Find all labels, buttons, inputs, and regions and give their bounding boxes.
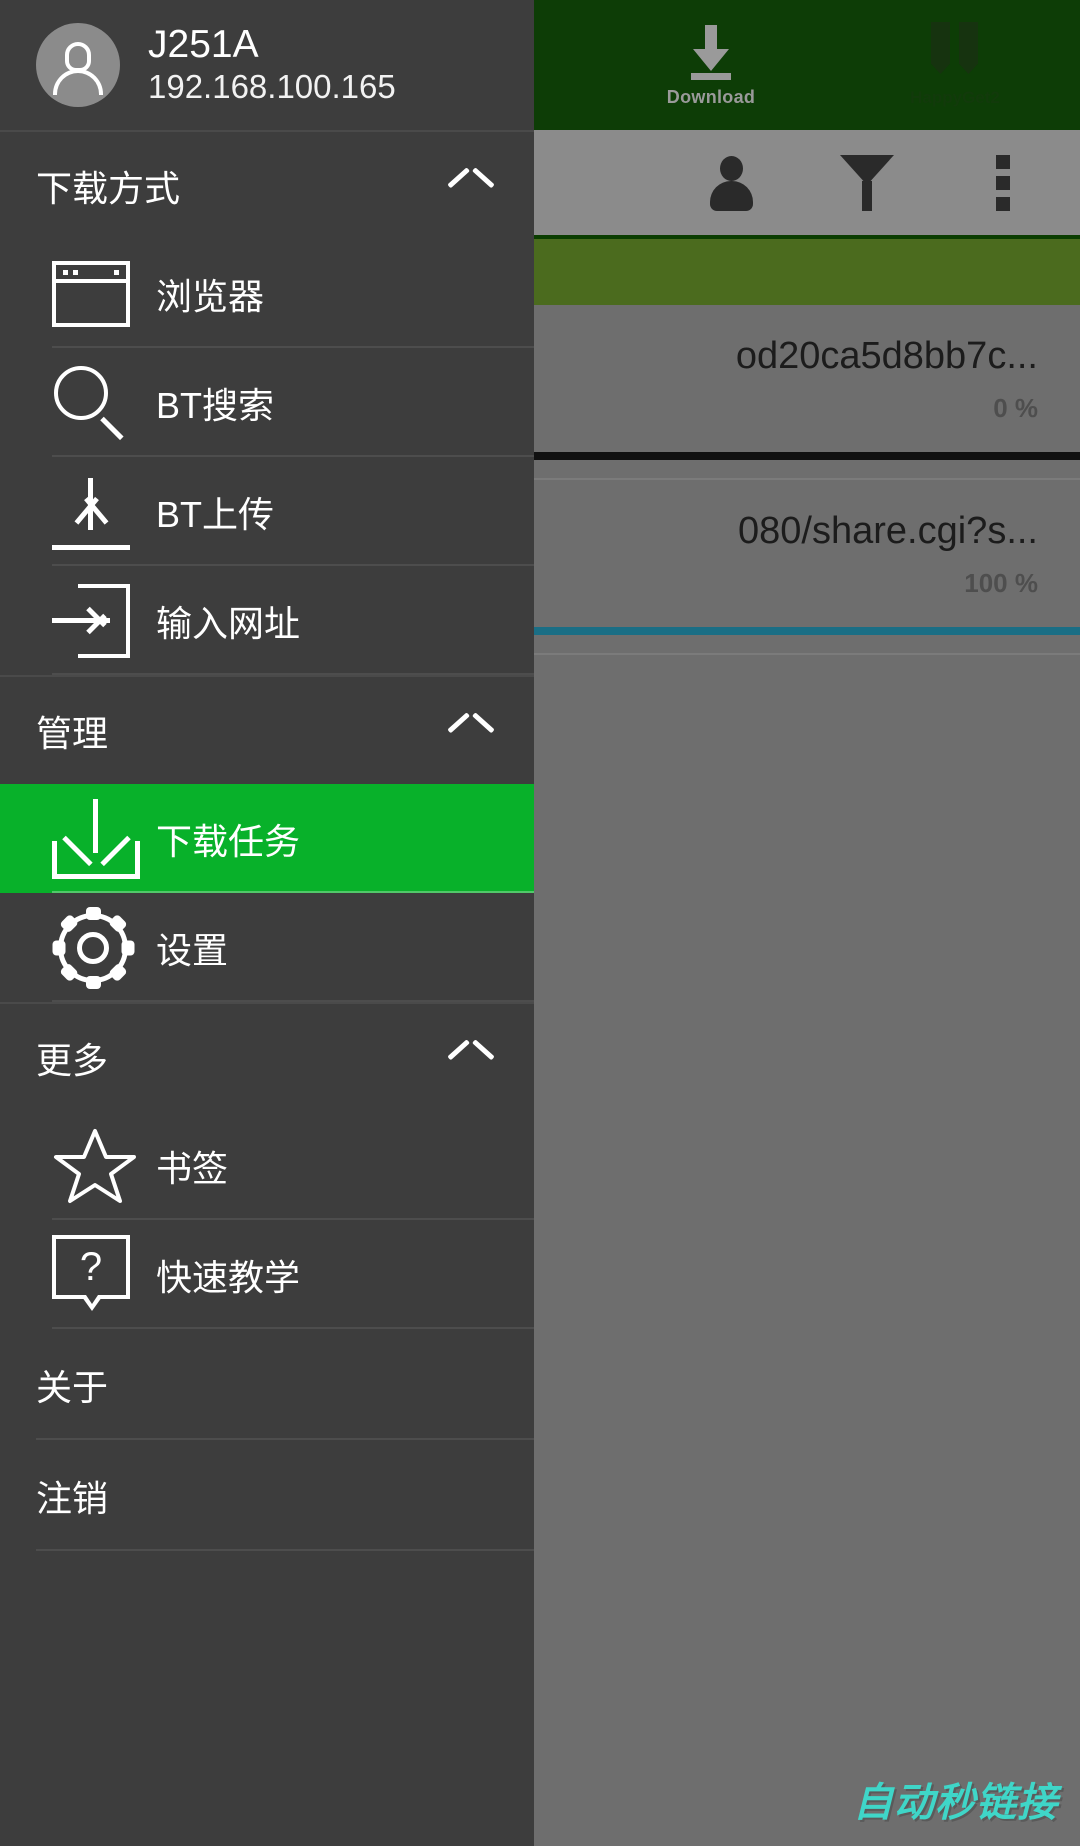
sidebar-item-label: BT上传 bbox=[156, 493, 275, 535]
sidebar-item-enter-url[interactable]: 输入网址 bbox=[0, 566, 534, 675]
sidebar-item-tutorial[interactable]: ? 快速教学 bbox=[0, 1220, 534, 1329]
download-arrow-icon bbox=[683, 23, 739, 81]
drawer-header[interactable]: J251A 192.168.100.165 bbox=[0, 0, 534, 130]
upload-icon bbox=[52, 474, 130, 550]
person-avatar-icon bbox=[36, 23, 120, 107]
sidebar-item-label: 书签 bbox=[156, 1147, 229, 1189]
section-title: 下载方式 bbox=[36, 167, 181, 209]
sidebar-item-bt-search[interactable]: BT搜索 bbox=[0, 348, 534, 457]
sidebar-item-bookmarks[interactable]: 书签 bbox=[0, 1111, 534, 1220]
sidebar-item-settings[interactable]: 设置 bbox=[0, 893, 534, 1002]
sidebar-item-label: 浏览器 bbox=[156, 275, 265, 317]
sidebar-item-bt-upload[interactable]: BT上传 bbox=[0, 457, 534, 566]
task-percent: 0 % bbox=[993, 393, 1038, 423]
overflow-menu-icon bbox=[996, 154, 1010, 211]
chevron-up-icon bbox=[450, 1045, 492, 1071]
appbar-app-name: HappyGet2 bbox=[910, 88, 1000, 107]
device-name: J251A bbox=[148, 23, 259, 67]
navigation-drawer: J251A 192.168.100.165 下载方式 浏览器 BT搜索 BT上传… bbox=[0, 0, 534, 1846]
sidebar-item-label: BT搜索 bbox=[156, 384, 275, 426]
appbar-app-badge: HappyGet2 bbox=[870, 22, 1040, 108]
sidebar-item-label: 关于 bbox=[36, 1366, 109, 1408]
gear-icon bbox=[52, 906, 134, 989]
chevron-up-icon bbox=[450, 173, 492, 199]
screen-root: Download HappyGet2 od20ca5d8bb7c... 0 % … bbox=[0, 0, 1080, 1846]
sidebar-item-label: 快速教学 bbox=[156, 1256, 301, 1298]
enter-url-icon bbox=[52, 583, 130, 658]
appbar-download-badge: Download bbox=[636, 23, 786, 108]
appbar-download-label: Download bbox=[666, 86, 756, 107]
section-header-more[interactable]: 更多 bbox=[0, 1002, 534, 1111]
sidebar-item-logout[interactable]: 注销 bbox=[0, 1440, 534, 1551]
watermark: 自动秒链接 bbox=[853, 1780, 1058, 1826]
task-percent: 100 % bbox=[964, 568, 1038, 598]
toolbar-filter-button[interactable] bbox=[828, 144, 906, 222]
section-header-download-method[interactable]: 下载方式 bbox=[0, 130, 534, 239]
browser-window-icon bbox=[52, 260, 130, 327]
sidebar-item-about[interactable]: 关于 bbox=[0, 1329, 534, 1440]
search-icon bbox=[52, 364, 130, 442]
sidebar-item-label: 输入网址 bbox=[156, 602, 301, 644]
sidebar-item-label: 下载任务 bbox=[156, 820, 301, 862]
person-icon bbox=[707, 155, 755, 211]
chevron-up-icon bbox=[450, 718, 492, 744]
filter-icon bbox=[840, 154, 894, 211]
download-icon bbox=[52, 798, 140, 879]
help-bubble-icon: ? bbox=[52, 1234, 130, 1315]
happyget-logo-icon bbox=[923, 22, 987, 84]
toolbar-account-button[interactable] bbox=[692, 144, 770, 222]
sidebar-item-label: 设置 bbox=[156, 929, 229, 971]
toolbar-overflow-button[interactable] bbox=[964, 144, 1042, 222]
device-ip-address: 192.168.100.165 bbox=[148, 68, 396, 106]
sidebar-item-label: 注销 bbox=[36, 1477, 109, 1519]
star-icon bbox=[52, 1126, 138, 1206]
sidebar-item-browser[interactable]: 浏览器 bbox=[0, 239, 534, 348]
section-title: 管理 bbox=[36, 712, 109, 754]
section-title: 更多 bbox=[36, 1039, 109, 1081]
sidebar-item-download-tasks[interactable]: 下载任务 bbox=[0, 784, 534, 893]
section-header-manage[interactable]: 管理 bbox=[0, 675, 534, 784]
